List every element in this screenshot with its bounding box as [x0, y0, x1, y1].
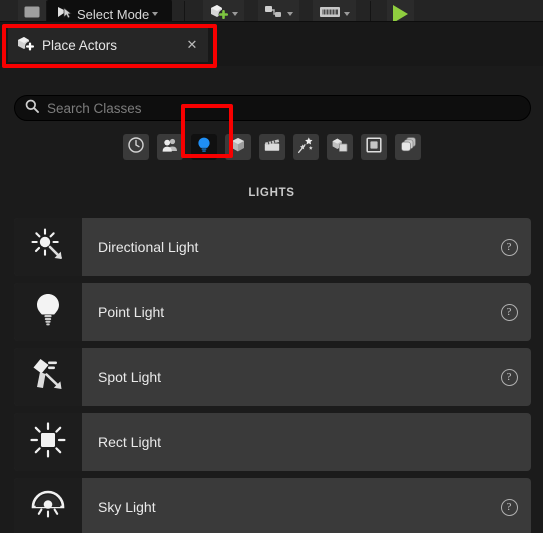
lightbulb-icon	[195, 136, 213, 159]
place-actors-body: Place Actors ✕ Search Classes LIGHTS Dir…	[0, 22, 543, 533]
search-placeholder: Search Classes	[47, 100, 142, 116]
help-icon: ?	[500, 303, 518, 321]
help-button[interactable]: ?	[487, 283, 531, 341]
cube-plus-icon	[209, 4, 229, 22]
help-button[interactable]: ?	[487, 348, 531, 406]
chevron-down-icon[interactable]	[287, 12, 294, 16]
category-visual-effects[interactable]	[292, 134, 319, 160]
blueprint-icon	[264, 4, 284, 22]
chevron-down-icon[interactable]	[152, 12, 159, 16]
point-light-icon	[28, 290, 68, 335]
category-tabs	[0, 134, 543, 160]
table-row[interactable]: Rect Light	[14, 413, 531, 471]
help-icon: ?	[500, 238, 518, 256]
spot-light-icon	[28, 355, 68, 400]
toolbar-separator	[370, 1, 372, 21]
table-row[interactable]: Point Light ?	[14, 283, 531, 341]
cube-plus-icon	[16, 35, 36, 55]
select-mode-button[interactable]: Select Mode	[47, 0, 173, 22]
actor-label: Directional Light	[98, 239, 199, 255]
toolbar-separator	[184, 1, 186, 21]
section-header: LIGHTS	[248, 187, 295, 199]
place-actors-panel: Select Mode Place Actors ✕ Search Classe…	[0, 0, 543, 533]
sky-light-icon	[28, 485, 68, 530]
category-volumes[interactable]	[360, 134, 387, 160]
directional-light-icon	[28, 225, 68, 270]
cursor-select-icon	[57, 5, 74, 22]
category-shapes[interactable]	[224, 134, 251, 160]
category-recently-placed[interactable]	[122, 134, 149, 160]
help-button[interactable]: ?	[487, 218, 531, 276]
cube-icon	[229, 136, 247, 159]
category-lights[interactable]	[190, 134, 217, 160]
cinematic-icon	[319, 5, 341, 22]
actor-thumbnail	[14, 348, 82, 406]
close-icon[interactable]: ✕	[184, 37, 200, 53]
category-basic[interactable]	[156, 134, 183, 160]
help-placeholder	[487, 413, 531, 471]
actor-thumbnail	[14, 478, 82, 533]
help-button[interactable]: ?	[487, 478, 531, 533]
help-icon: ?	[500, 368, 518, 386]
people-icon	[161, 136, 179, 159]
search-classes-input[interactable]: Search Classes	[14, 95, 531, 121]
actor-thumbnail	[14, 413, 82, 471]
actor-label: Sky Light	[98, 499, 156, 515]
actor-label: Rect Light	[98, 434, 162, 450]
play-triangle-icon	[393, 5, 409, 21]
add-actor-button[interactable]	[203, 0, 245, 22]
geometry-icon	[331, 136, 349, 159]
volume-box-icon	[365, 136, 383, 159]
category-geometry[interactable]	[326, 134, 353, 160]
search-icon	[25, 99, 39, 118]
cinematics-button[interactable]	[313, 0, 357, 22]
tab-place-actors[interactable]: Place Actors ✕	[8, 26, 208, 62]
tab-strip: Place Actors ✕	[0, 22, 543, 66]
table-row[interactable]: Directional Light ?	[14, 218, 531, 276]
chevron-down-icon[interactable]	[232, 12, 239, 16]
actor-label: Point Light	[98, 304, 165, 320]
blueprints-button[interactable]	[258, 0, 300, 22]
select-mode-label: Select Mode	[77, 6, 150, 22]
chevron-down-icon[interactable]	[344, 12, 351, 16]
actor-label: Spot Light	[98, 369, 162, 385]
clock-icon	[127, 136, 145, 159]
layers-icon	[399, 136, 417, 159]
table-row[interactable]: Sky Light ?	[14, 478, 531, 533]
tab-title: Place Actors	[42, 37, 118, 53]
table-row[interactable]: Spot Light ?	[14, 348, 531, 406]
actor-list: Directional Light ? Point Light ? Spot L…	[14, 218, 531, 533]
panel-icon	[24, 5, 40, 21]
help-icon: ?	[500, 498, 518, 516]
actor-thumbnail	[14, 283, 82, 341]
category-cinematic[interactable]	[258, 134, 285, 160]
rect-light-icon	[28, 420, 68, 465]
category-all-classes[interactable]	[394, 134, 421, 160]
sparkles-icon	[297, 136, 315, 159]
clapperboard-icon	[263, 136, 281, 159]
editor-toolbar: Select Mode	[0, 0, 543, 22]
play-button[interactable]	[387, 0, 415, 21]
panel-toggle-button[interactable]	[18, 0, 46, 21]
actor-thumbnail	[14, 218, 82, 276]
